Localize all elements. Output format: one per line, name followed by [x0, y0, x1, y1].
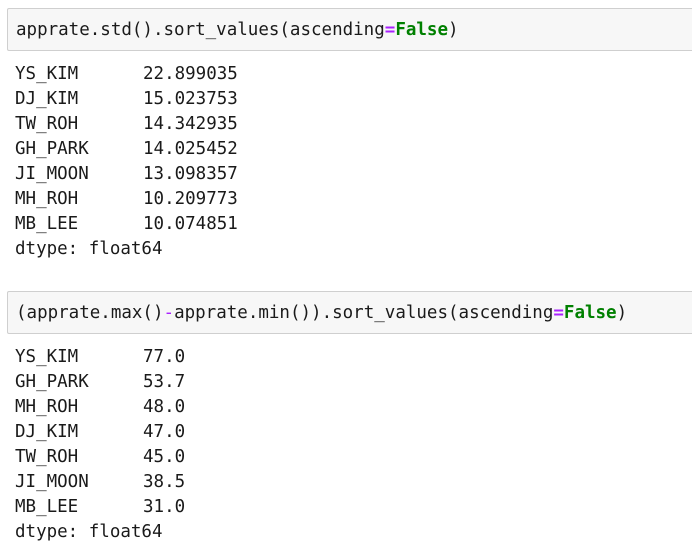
output-row: JI_MOON 38.5 [15, 470, 185, 495]
series-index-label: GH_PARK [15, 372, 89, 392]
output-row: DJ_KIM 47.0 [15, 420, 185, 445]
output-row: GH_PARK 53.7 [15, 370, 185, 395]
output-row: MB_LEE 10.074851 [15, 212, 238, 237]
series-index-label: DJ_KIM [15, 422, 79, 442]
series-value: 22.899035 [143, 64, 238, 84]
output-row: MH_ROH 10.209773 [15, 187, 238, 212]
code-operator: = [384, 20, 396, 40]
series-index-label: MH_ROH [15, 189, 79, 209]
output-row: DJ_KIM 15.023753 [15, 87, 238, 112]
series-value: 13.098357 [143, 164, 238, 184]
code-text: ) [616, 303, 628, 323]
series-index-label: TW_ROH [15, 447, 79, 467]
dtype-label: dtype: float64 [15, 239, 163, 259]
code-line-1: apprate.std().sort_values(ascending=Fals… [16, 18, 459, 42]
series-value: 31.0 [143, 497, 186, 517]
code-text: apprate.min()).sort_values(ascending [174, 303, 554, 323]
series-value: 77.0 [143, 347, 186, 367]
series-value: 48.0 [143, 397, 186, 417]
output-row: YS_KIM 77.0 [15, 345, 185, 370]
series-value: 14.025452 [143, 139, 238, 159]
series-index-label: TW_ROH [15, 114, 79, 134]
code-cell-input-2[interactable]: (apprate.max()-apprate.min()).sort_value… [7, 291, 692, 334]
output-row: TW_ROH 14.342935 [15, 112, 238, 137]
output-row: MB_LEE 31.0 [15, 495, 185, 520]
series-value: 10.074851 [143, 214, 238, 234]
dtype-label: dtype: float64 [15, 522, 163, 542]
cell-output-1: YS_KIM 22.899035 DJ_KIM 15.023753 TW_ROH 14.3… [15, 62, 238, 262]
output-row: JI_MOON 13.098357 [15, 162, 238, 187]
output-row: TW_ROH 45.0 [15, 445, 185, 470]
series-value: 10.209773 [143, 189, 238, 209]
series-value: 53.7 [143, 372, 186, 392]
code-text: apprate.std().sort_values(ascending [16, 20, 385, 40]
series-index-label: DJ_KIM [15, 89, 79, 109]
series-index-label: MB_LEE [15, 497, 79, 517]
series-index-label: GH_PARK [15, 139, 89, 159]
code-operator: = [553, 303, 564, 323]
code-cell-input-1[interactable]: apprate.std().sort_values(ascending=Fals… [7, 8, 692, 51]
series-value: 15.023753 [143, 89, 238, 109]
series-index-label: YS_KIM [15, 64, 79, 84]
code-text: ) [448, 20, 459, 40]
series-index-label: MH_ROH [15, 397, 79, 417]
code-keyword: False [395, 20, 448, 40]
series-value: 45.0 [143, 447, 186, 467]
code-keyword: False [563, 303, 617, 323]
series-index-label: JI_MOON [15, 164, 89, 184]
code-text: (apprate.max() [16, 303, 164, 323]
series-value: 14.342935 [143, 114, 238, 134]
series-index-label: JI_MOON [15, 472, 89, 492]
code-line-2: (apprate.max()-apprate.min()).sort_value… [16, 301, 627, 325]
series-index-label: YS_KIM [15, 347, 79, 367]
series-value: 38.5 [143, 472, 186, 492]
series-index-label: MB_LEE [15, 214, 79, 234]
code-operator: - [163, 303, 175, 323]
series-value: 47.0 [143, 422, 186, 442]
output-row: YS_KIM 22.899035 [15, 62, 238, 87]
cell-output-2: YS_KIM 77.0 GH_PARK 53.7 MH_ROH 48.0 DJ_KIM 47.… [15, 345, 185, 545]
output-row: MH_ROH 48.0 [15, 395, 185, 420]
output-row: GH_PARK 14.025452 [15, 137, 238, 162]
